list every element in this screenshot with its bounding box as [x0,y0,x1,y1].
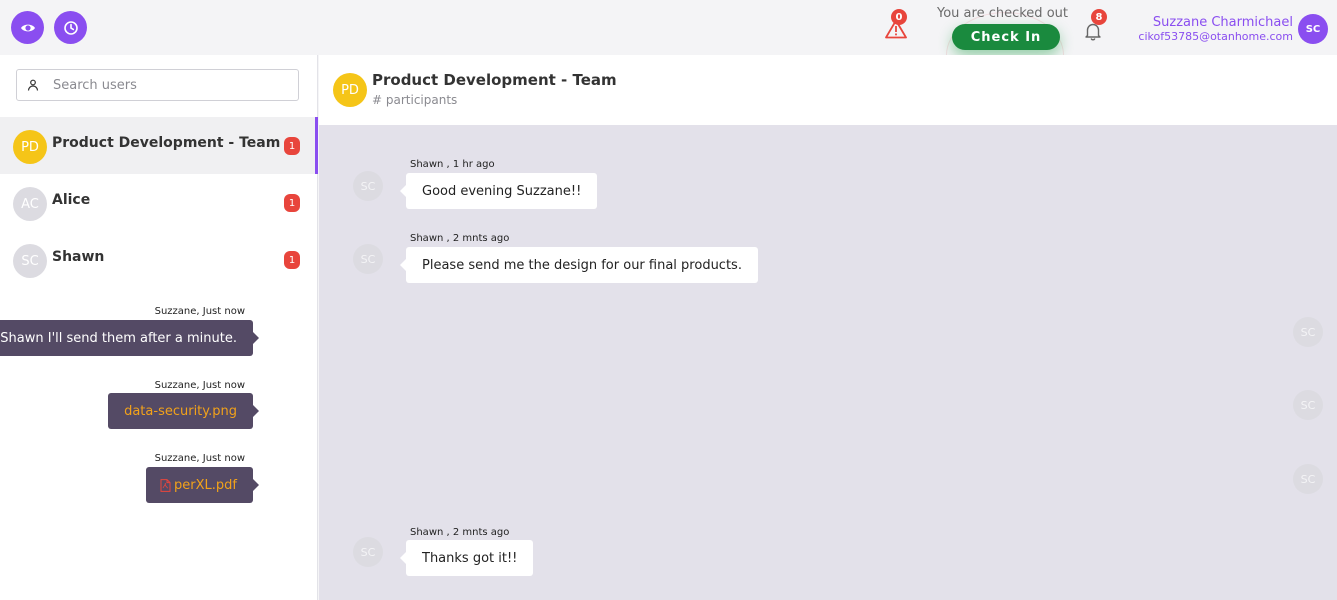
alerts-button[interactable]: 0 [883,9,911,41]
contact-item-product-development-team[interactable]: PD Product Development - Team 1 [0,117,318,174]
pdf-file-icon [160,478,171,492]
search-users-input[interactable] [53,77,273,93]
message-meta: Suzzane, Just now [154,453,245,464]
sender-avatar: SC [353,244,383,274]
file-attachment-link[interactable]: data-security.png [108,393,259,429]
message-bubble: Sure Shawn I'll send them after a minute… [0,320,260,356]
message-meta: Suzzane, Just now [154,306,245,317]
unread-count-badge: 1 [284,194,300,212]
avatar: AC [13,187,47,221]
contact-name: Product Development - Team [52,135,281,151]
eye-icon [20,24,35,31]
user-email: cikof53785@otanhome.com [1138,30,1293,43]
avatar: SC [13,244,47,278]
notifications-button[interactable]: 8 [1080,9,1108,41]
eye-button[interactable] [11,11,44,44]
clock-button[interactable] [54,11,87,44]
sender-avatar: SC [1293,317,1323,347]
file-name: perXL.pdf [174,477,237,493]
unread-count-badge: 1 [284,137,300,155]
sender-avatar: SC [1293,390,1323,420]
user-name[interactable]: Suzzane Charmichael [1153,15,1293,30]
chat-avatar: PD [333,73,367,107]
message-bubble: Please send me the design for our final … [400,247,758,283]
messages-area[interactable]: Shawn , 1 hr ago SC Good evening Suzzane… [0,125,1337,600]
checkout-status-text: You are checked out [937,6,1068,21]
sender-avatar: SC [1293,464,1323,494]
clock-icon [63,20,78,35]
message-meta: Shawn , 2 mnts ago [410,233,510,244]
check-in-button[interactable]: Check In [952,24,1060,50]
message-meta: Suzzane, Just now [154,380,245,391]
notification-count-badge: 8 [1091,9,1107,25]
contact-item-alice[interactable]: AC Alice 1 [0,174,318,231]
message-meta: Shawn , 2 mnts ago [410,527,510,538]
message-bubble: Good evening Suzzane!! [399,173,598,209]
top-header: 0 You are checked out Check In 8 Suzzane… [0,0,1337,98]
participants-link[interactable]: # participants [372,93,457,107]
sender-avatar: SC [353,537,383,567]
message-meta: Shawn , 1 hr ago [410,159,495,170]
search-box [16,69,299,101]
contact-item-shawn[interactable]: SC Shawn 1 [0,231,318,288]
alert-count-badge: 0 [891,9,907,25]
user-icon [27,79,39,91]
pdf-attachment-link[interactable]: perXL.pdf [146,467,259,503]
unread-count-badge: 1 [284,251,300,269]
sender-avatar: SC [353,171,383,201]
user-avatar[interactable]: SC [1298,14,1328,44]
avatar: PD [13,130,47,164]
contact-name: Shawn [52,249,105,265]
message-bubble: Thanks got it!! [399,540,534,576]
chat-header: PD Product Development - Team # particip… [319,55,1337,125]
chat-title: Product Development - Team [372,71,617,89]
contact-name: Alice [52,192,91,208]
